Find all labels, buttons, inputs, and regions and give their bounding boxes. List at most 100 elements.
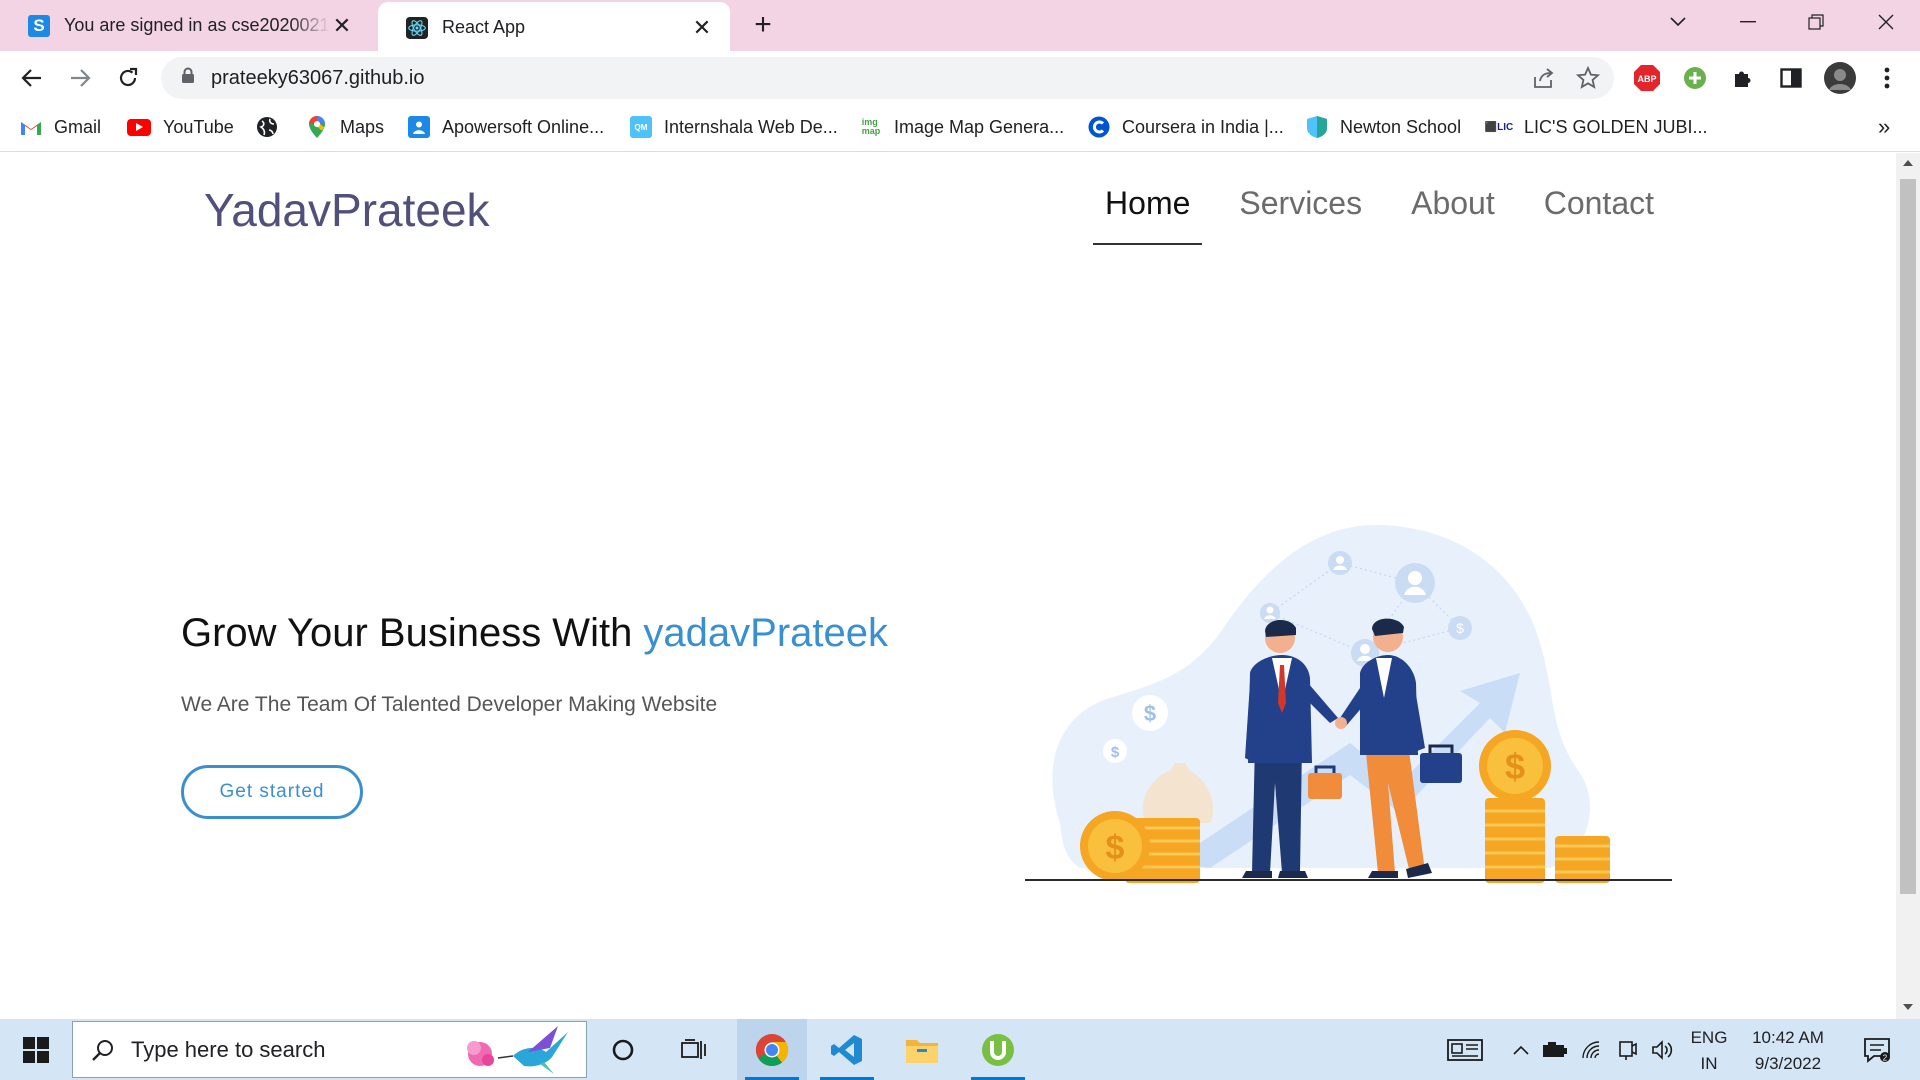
bookmark-label: Maps	[340, 116, 385, 137]
nav-contact[interactable]: Contact	[1532, 185, 1666, 245]
gmail-icon	[20, 116, 42, 138]
apowersoft-icon	[408, 116, 430, 138]
new-tab-button[interactable]: +	[748, 8, 778, 41]
windows-start-button[interactable]	[0, 1019, 72, 1080]
reload-icon[interactable]	[110, 60, 146, 96]
tab-title: You are signed in as cse20200211	[64, 15, 330, 35]
restore-icon[interactable]	[1788, 0, 1844, 44]
bookmark-label: Coursera in India |...	[1122, 116, 1284, 137]
scroll-down-arrow-icon[interactable]	[1902, 1003, 1914, 1011]
clock[interactable]: 10:42 AM 9/3/2022	[1738, 1025, 1838, 1077]
coin-stack-right: $	[1479, 730, 1610, 883]
tab-title: React App	[442, 17, 526, 37]
utorrent-icon[interactable]	[963, 1019, 1033, 1080]
tab-signed-in[interactable]: S You are signed in as cse20200211 ✕	[0, 0, 370, 51]
web-page: YadavPrateek Home Services About Contact…	[0, 153, 1896, 1019]
vscode-taskbar-icon[interactable]	[812, 1019, 882, 1080]
bookmarks-overflow-button[interactable]: »	[1878, 112, 1890, 142]
hero-title-brand: yadavPrateek	[643, 611, 889, 655]
tab-react-app[interactable]: React App ✕	[378, 2, 730, 53]
bookmark-label: Image Map Genera...	[894, 116, 1065, 137]
news-widget-icon[interactable]	[1440, 1019, 1490, 1080]
notifications-icon[interactable]: 2	[1852, 1019, 1902, 1080]
forward-arrow-icon[interactable]	[62, 60, 98, 96]
site-nav: Home Services About Contact	[1068, 185, 1666, 245]
s-favicon-icon: S	[28, 14, 50, 37]
star-bookmark-icon[interactable]	[1575, 65, 1601, 95]
file-explorer-icon[interactable]	[887, 1019, 957, 1080]
scrollbar-thumb[interactable]	[1900, 179, 1916, 894]
chrome-taskbar-icon[interactable]	[737, 1019, 807, 1080]
extensions-puzzle-icon[interactable]	[1728, 63, 1758, 93]
cortana-icon[interactable]	[588, 1019, 658, 1080]
profile-avatar[interactable]	[1824, 62, 1856, 94]
close-tab-icon[interactable]: ✕	[330, 13, 354, 38]
task-view-icon[interactable]	[660, 1019, 730, 1080]
address-bar[interactable]: prateeky63067.github.io	[161, 57, 1614, 99]
youtube-icon	[127, 118, 151, 136]
newton-icon	[1306, 116, 1328, 138]
show-hidden-icons-chevron[interactable]	[1506, 1019, 1536, 1080]
nav-services[interactable]: Services	[1227, 185, 1374, 245]
url-text: prateeky63067.github.io	[211, 66, 425, 89]
search-placeholder: Type here to search	[131, 1036, 326, 1062]
bookmark-lic[interactable]: ⬛LIC LIC'S GOLDEN JUBI...	[1485, 112, 1708, 142]
close-window-icon[interactable]	[1858, 0, 1914, 44]
bookmark-globe[interactable]	[256, 112, 290, 142]
globe-icon	[256, 116, 278, 138]
battery-icon[interactable]	[1540, 1019, 1570, 1080]
minimize-icon[interactable]	[1720, 0, 1776, 44]
bookmark-label: LIC'S GOLDEN JUBI...	[1524, 116, 1708, 137]
input-language-indicator[interactable]: ENG IN	[1686, 1025, 1732, 1077]
nav-home[interactable]: Home	[1093, 185, 1203, 245]
bookmark-maps[interactable]: Maps	[306, 112, 384, 142]
device-meeting-icon[interactable]	[1612, 1019, 1642, 1080]
page-scrollbar[interactable]	[1896, 153, 1920, 1019]
windows-taskbar: Type here to search ENG IN 10:42 AM 9/3/…	[0, 1019, 1920, 1080]
site-logo[interactable]: YadavPrateek	[204, 183, 490, 237]
clock-time: 10:42 AM	[1752, 1028, 1824, 1047]
browser-menu-icon[interactable]	[1872, 63, 1902, 93]
region-code: IN	[1700, 1054, 1718, 1073]
svg-text:$: $	[1144, 701, 1156, 726]
get-started-button[interactable]: Get started	[181, 765, 363, 819]
bookmark-apowersoft[interactable]: Apowersoft Online...	[408, 112, 604, 142]
svg-text:$: $	[1106, 829, 1125, 867]
scroll-up-arrow-icon[interactable]	[1902, 159, 1914, 167]
bookmark-label: Newton School	[1340, 116, 1462, 137]
language-code: ENG	[1690, 1028, 1728, 1047]
image-map-icon: img map	[861, 117, 881, 136]
bookmarks-bar: Gmail YouTube Maps Apowersoft Online... …	[0, 104, 1920, 152]
bookmark-label: Internshala Web De...	[664, 116, 838, 137]
adblock-plus-icon[interactable]: ABP	[1632, 63, 1662, 93]
side-panel-icon[interactable]	[1776, 63, 1806, 93]
bookmark-newton-school[interactable]: Newton School	[1306, 112, 1461, 142]
hero-title-prefix: Grow Your Business With	[181, 611, 644, 655]
svg-text:$: $	[1505, 746, 1525, 787]
bookmark-youtube[interactable]: YouTube	[127, 112, 234, 142]
bookmark-internshala[interactable]: QM Internshala Web De...	[630, 112, 838, 142]
bookmark-gmail[interactable]: Gmail	[20, 112, 101, 142]
back-arrow-icon[interactable]	[14, 60, 50, 96]
svg-text:ABP: ABP	[1637, 74, 1656, 84]
volume-icon[interactable]	[1648, 1019, 1678, 1080]
maps-icon	[306, 116, 328, 138]
taskbar-search-box[interactable]: Type here to search	[72, 1021, 587, 1078]
hero-subtitle: We Are The Team Of Talented Developer Ma…	[181, 693, 718, 716]
bookmark-label: YouTube	[163, 116, 234, 137]
browser-tab-strip: S You are signed in as cse20200211 ✕ Rea…	[0, 0, 1920, 53]
hummingbird-flower-icon	[467, 1026, 568, 1074]
close-tab-icon[interactable]: ✕	[690, 15, 714, 40]
share-icon[interactable]	[1532, 67, 1556, 94]
green-plus-extension-icon[interactable]	[1680, 63, 1710, 93]
tab-search-chevron-icon[interactable]	[1650, 0, 1706, 44]
bookmark-coursera[interactable]: Coursera in India |...	[1088, 112, 1284, 142]
wifi-icon[interactable]	[1578, 1019, 1608, 1080]
bookmark-image-map[interactable]: img map Image Map Genera...	[860, 112, 1064, 142]
react-icon	[406, 16, 428, 39]
nav-about[interactable]: About	[1399, 185, 1507, 245]
coursera-icon	[1088, 116, 1110, 138]
svg-text:$: $	[1456, 620, 1464, 636]
svg-text:$: $	[1111, 744, 1120, 761]
business-handshake-illustration: $ $ $ $ $	[1025, 524, 1672, 883]
